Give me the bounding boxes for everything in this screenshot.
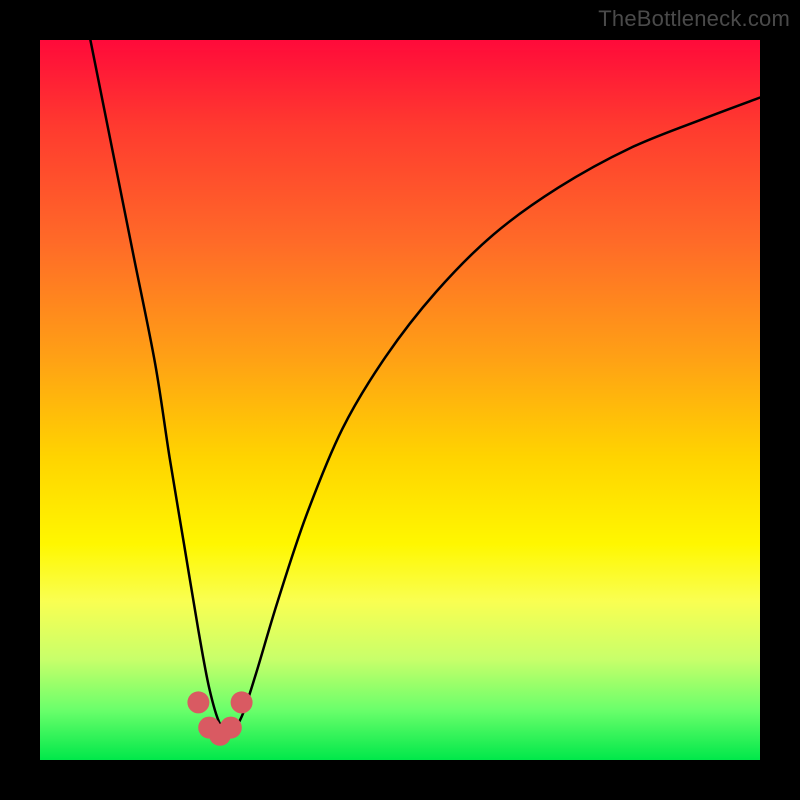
valley-marker-group bbox=[187, 691, 252, 745]
chart-frame: TheBottleneck.com bbox=[0, 0, 800, 800]
valley-marker bbox=[187, 691, 209, 713]
valley-marker bbox=[220, 717, 242, 739]
chart-svg bbox=[40, 40, 760, 760]
valley-marker bbox=[231, 691, 253, 713]
watermark-text: TheBottleneck.com bbox=[598, 6, 790, 32]
plot-area bbox=[40, 40, 760, 760]
bottleneck-curve bbox=[90, 40, 760, 732]
